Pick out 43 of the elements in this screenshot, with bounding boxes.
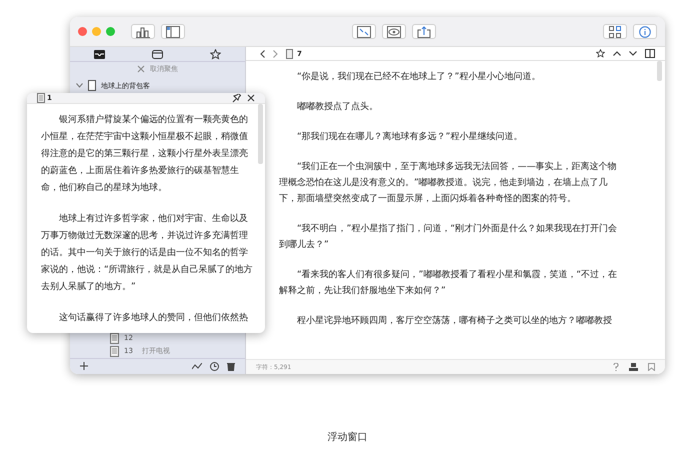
tray-icon[interactable]	[94, 50, 105, 60]
stamp-icon[interactable]	[629, 362, 638, 372]
box-icon[interactable]	[152, 50, 163, 60]
split-view-icon[interactable]	[645, 49, 655, 58]
paragraph: 嘟嘟教授点了点头。	[296, 100, 379, 114]
pin-icon[interactable]	[232, 94, 241, 102]
help-icon[interactable]	[613, 363, 619, 371]
bar-chart-button[interactable]	[131, 24, 155, 39]
trash-icon[interactable]	[227, 362, 235, 371]
document-icon	[110, 332, 119, 344]
paragraph: 这句话赢得了许多地球人的赞同，但他们依然热	[58, 312, 249, 325]
document-icon	[286, 48, 293, 58]
clock-icon[interactable]	[210, 362, 219, 371]
back-icon[interactable]	[260, 50, 265, 58]
document-icon	[88, 80, 96, 92]
unfocus-icon	[137, 65, 145, 74]
eye-button[interactable]	[382, 24, 406, 39]
paragraph: 程小星诧异地环顾四周，客厅空空荡荡，哪有椅子之类可以坐的地方？嘟嘟教授	[296, 314, 613, 328]
sidebar-toggle-button[interactable]	[161, 24, 185, 39]
paragraph: 银河系猎户臂旋某个偏远的位置有一颗亮黄色的小恒星，在茫茫宇宙中这颗小恒星极不起眼，稍微值得注意的是它的第三颗行星，这颗小行星外表呈漂亮的蔚蓝色，上面居住着许多热爱旅行的碳基智慧生命，他们称自己的星球为地球。	[41, 114, 249, 195]
down-icon[interactable]	[629, 51, 637, 56]
grid-button[interactable]	[603, 24, 627, 39]
close-icon[interactable]	[247, 94, 255, 102]
paragraph: 地球上有过许多哲学家，他们对宇宙、生命以及万事万物做过无数深邃的思考，并说过许多充满哲理的话。其中一句关于旅行的话是由一位不知名的哲学家说的，他说：“所谓旅行，就是从自己呆腻了的地方去别人呆腻了的地方。”	[41, 212, 253, 294]
expand-button[interactable]	[352, 24, 376, 39]
document-icon	[110, 346, 119, 357]
up-icon[interactable]	[613, 51, 621, 56]
share-button[interactable]	[412, 24, 436, 39]
add-icon[interactable]	[80, 362, 88, 370]
paragraph: “看来我的客人们有很多疑问，”嘟嘟教授看了看程小星和氯霞，笑道，“不过，在解释之前，先让我们舒服地坐下来如何？”	[279, 268, 618, 298]
caption: 浮动窗口	[326, 430, 368, 444]
chevron-icon[interactable]	[76, 83, 83, 88]
paragraph: “我们正在一个虫洞簇中，至于离地球多远我无法回答，——事实上，距离这个物理概念恐怕在这儿是没有意义的。”嘟嘟教授道。说完，他走到墙边，在墙上点了几下，那面墙壁突然变成了一面显示屏，上面闪烁着各种奇怪的图案的符号。	[279, 160, 618, 206]
bookmark-icon[interactable]	[648, 363, 655, 371]
star-icon[interactable]	[596, 49, 605, 58]
close-button[interactable]	[78, 27, 87, 36]
paragraph: “我不明白，”程小星指了指门，问道，“刚才门外面是什么？如果我现在打开门会到哪儿去？”	[279, 222, 618, 252]
star-icon[interactable]	[210, 49, 222, 60]
info-button[interactable]	[633, 24, 657, 39]
paragraph: “那我们现在在哪儿？离地球有多远？”程小星继续问道。	[296, 130, 524, 144]
paragraph: “你是说，我们现在已经不在地球上了？”程小星小心地问道。	[296, 70, 542, 84]
forward-icon[interactable]	[273, 50, 278, 58]
trend-icon[interactable]	[192, 362, 202, 370]
